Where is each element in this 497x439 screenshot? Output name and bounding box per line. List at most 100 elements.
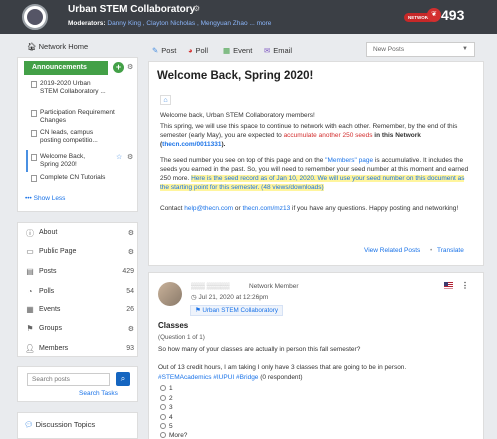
more-options-icon[interactable]: ⋮ [461,281,469,290]
poll-button[interactable]: ◕ Poll [188,46,208,55]
respondent-count: (0 respondent) [258,374,303,381]
view-related-link[interactable]: View Related Posts [364,247,420,254]
poll-option[interactable]: 4 [160,414,173,421]
author-name-redacted[interactable]: ▒▒▒ ▒▒▒▒▒ [191,283,230,290]
highlight-text: accumulate another 250 seeds [283,132,373,139]
moderators-list[interactable]: Danny King , Clayton Nicholas , Mengyuan… [107,20,271,27]
menu-item-public-page[interactable]: ▭ Public Page ⚙ [24,244,138,260]
post-title: Welcome Back, Spring 2020! [157,70,314,82]
calendar-icon: ▦ [223,46,231,55]
menu-item-about[interactable]: ⓘ About ⚙ [24,225,138,241]
announcements-header[interactable]: Announcements [24,61,108,75]
radio-button[interactable] [160,423,166,429]
network-home-link[interactable]: 🏠︎ Network Home [27,42,88,51]
settings-gear-icon[interactable]: ⚙ [193,4,200,13]
poll-title: Classes [158,321,189,330]
announcement-item[interactable]: Complete CN Tutorials [40,174,110,182]
radio-button[interactable] [160,404,166,410]
home-icon: 🏠︎ [27,42,37,51]
sort-value: New Posts [373,46,405,53]
top-header: Urban STEM Collaboratory ⚙ Moderators: D… [0,0,497,34]
chat-icon: 💬︎ [24,420,34,429]
poll-option[interactable]: More? [160,432,187,439]
hashtags[interactable]: #STEMAcademics #IUPUI #Bridge [158,374,258,381]
discussion-topics-header[interactable]: 💬︎ Discussion Topics [24,420,95,429]
announcement-item-selected[interactable]: Welcome Back, Spring 2020! [40,153,100,169]
network-logo[interactable] [22,4,48,30]
poll-option[interactable]: 3 [160,404,173,411]
poll-description: Out of 13 credit hours, I am taking I on… [158,363,458,383]
announcement-item[interactable]: 2019-2020 Urban STEM Collaboratory ... [40,80,110,96]
menu-label: Polls [39,288,55,295]
radio-button[interactable] [160,395,166,401]
search-tasks-link[interactable]: Search Tasks [79,390,118,397]
moderators-label: Moderators: [68,20,106,27]
poll-option[interactable]: 5 [160,423,173,430]
poll-option[interactable]: 2 [160,395,173,402]
avatar[interactable] [158,282,182,306]
text: The seed number you see on top of this p… [160,157,326,164]
date-text: Jul 21, 2020 at 12:26pm [198,294,269,301]
event-button[interactable]: ▦ Event [223,46,252,55]
email-icon: ✉ [264,46,271,55]
menu-label: Members [39,345,69,352]
profile-link[interactable]: thecn.com/mz13 [243,205,291,212]
star-icon[interactable]: ☆ [116,153,122,161]
menu-item-posts[interactable]: ▤ Posts 429 [24,264,138,280]
announcement-item[interactable]: Participation Requirement Changes [40,109,115,125]
seed-record-link[interactable]: Here is the seed record as of Jan 10, 20… [160,175,465,191]
discussion-topics-label: Discussion Topics [35,420,96,429]
chevron-down-icon: ▼ [462,46,468,52]
radio-button[interactable] [160,414,166,420]
sort-posts-select[interactable]: New Posts ▼ [366,42,475,57]
members-count: 93 [126,345,134,352]
moderators-line: Moderators: Danny King , Clayton Nichola… [68,20,271,27]
home-icon[interactable]: ⌂ [160,95,171,105]
radio-button[interactable] [160,385,166,391]
groups-icon: ⚑ [26,324,34,333]
option-label: 4 [169,414,173,421]
members-icon: 👤︎ [24,344,36,353]
network-title[interactable]: Urban STEM Collaboratory [68,4,195,15]
network-link[interactable]: thecn.com/0011331 [162,141,221,148]
menu-item-events[interactable]: ▦ Events 26 [24,302,138,318]
show-less-link[interactable]: ••• Show Less [25,195,65,202]
document-icon [31,110,37,117]
option-label: 5 [169,423,173,430]
email-button[interactable]: ✉ Email [264,46,292,55]
help-email-link[interactable]: help@thecn.com [184,205,233,212]
events-count: 26 [126,306,134,313]
menu-item-polls[interactable]: ◔ Polls 54 [24,284,138,300]
search-posts-input[interactable] [27,373,110,386]
body-text: Out of 13 credit hours, I am taking I on… [158,364,407,371]
show-less-label: Show Less [33,195,66,202]
gear-icon[interactable]: ⚙ [128,229,134,237]
group-tag[interactable]: ⚑ Urban STEM Collaboratory [190,305,283,316]
polls-count: 54 [126,288,134,295]
option-label: More? [169,432,188,439]
item-gear-icon[interactable]: ⚙ [127,153,133,161]
clock-icon: ◷ [191,294,197,301]
page-icon: ▭ [26,247,34,256]
gear-icon[interactable]: ⚙ [128,248,134,256]
selected-indicator [26,150,28,172]
event-label: Event [233,46,253,55]
text: or [233,205,243,212]
option-label: 2 [169,395,173,402]
menu-item-groups[interactable]: ⚑ Groups ⚙ [24,321,138,337]
menu-label: Posts [39,268,57,275]
gear-icon[interactable]: ⚙ [128,325,134,333]
document-icon [31,130,37,137]
menu-label: Groups [39,325,62,332]
announcements-gear-icon[interactable]: ⚙ [127,63,133,71]
menu-item-members[interactable]: 👤︎ Members 93 [24,341,138,357]
email-label: Email [273,46,293,55]
poll-option[interactable]: 1 [160,385,173,392]
translate-link[interactable]: Translate [437,247,464,254]
radio-button[interactable] [160,432,166,438]
post-button[interactable]: ✎ Post [152,46,176,55]
members-page-link[interactable]: "Members" page [325,157,373,164]
search-icon[interactable]: ⌕ [116,372,130,386]
announcement-item[interactable]: CN leads, campus posting competitio... [40,129,110,145]
add-announcement-button[interactable]: + [113,62,124,73]
